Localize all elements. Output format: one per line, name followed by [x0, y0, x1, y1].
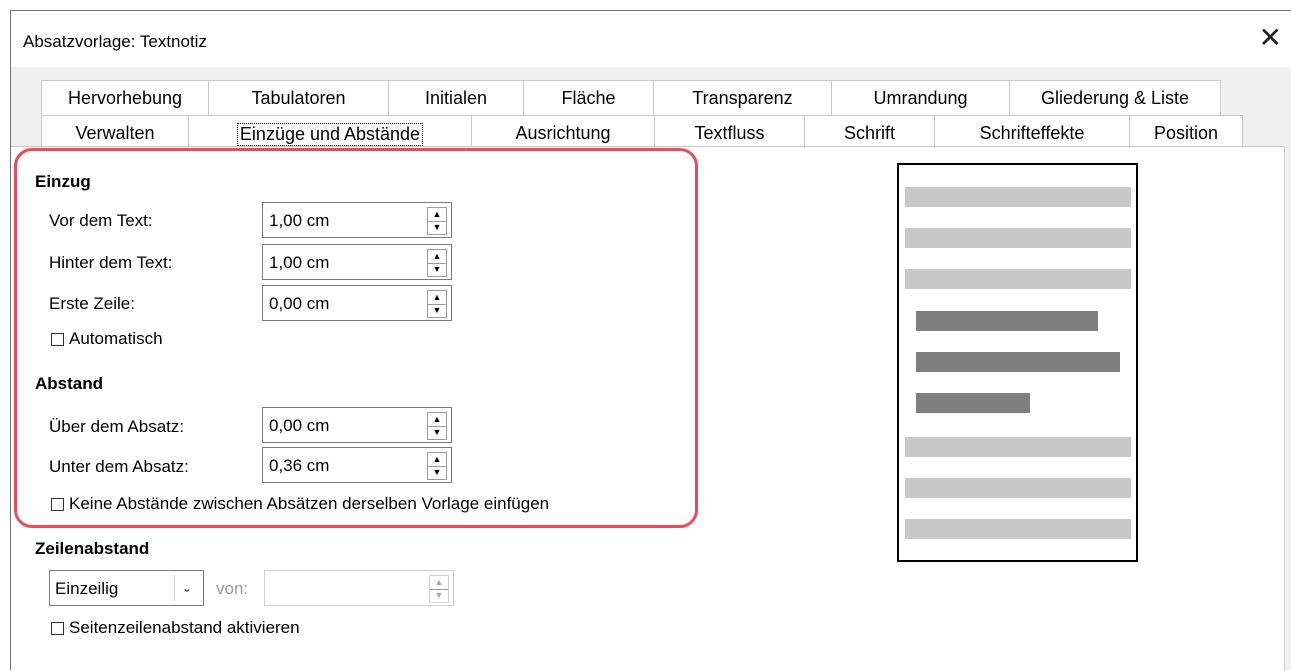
first-line-label: Erste Zeile: [49, 294, 135, 313]
line-spacing-select[interactable]: Einzeilig ⌄ [49, 570, 204, 606]
preview-line [905, 228, 1131, 248]
preview-line [905, 519, 1131, 539]
before-text-value: 1,00 cm [269, 211, 330, 230]
spacing-section-title: Abstand [35, 374, 103, 393]
page-line-spacing-checkbox[interactable]: Seitenzeilenabstand aktivieren [51, 618, 300, 638]
preview-line-current [916, 352, 1120, 372]
line-spacing-amount-spinbox[interactable]: ▲ ▼ [264, 570, 454, 606]
spin-down-icon[interactable]: ▼ [428, 222, 446, 235]
tab-einzuege-abstaende-label: Einzüge und Abstände [236, 123, 424, 146]
page-line-spacing-label: Seitenzeilenabstand aktivieren [69, 618, 300, 637]
automatic-label: Automatisch [69, 329, 163, 348]
below-paragraph-stepper[interactable]: ▲ ▼ [427, 452, 447, 480]
spin-up-icon[interactable]: ▲ [428, 413, 446, 427]
tab-umrandung[interactable]: Umrandung [831, 80, 1009, 116]
line-spacing-value: Einzeilig [55, 579, 119, 598]
indent-section-title: Einzug [35, 172, 91, 191]
checkbox-icon[interactable] [51, 497, 64, 511]
before-text-label: Vor dem Text: [49, 211, 153, 230]
no-space-label: Keine Abstände zwischen Absätzen derselb… [69, 494, 550, 513]
tab-initialen[interactable]: Initialen [388, 80, 523, 116]
first-line-value: 0,00 cm [269, 294, 330, 313]
line-spacing-amount-stepper[interactable]: ▲ ▼ [429, 575, 449, 603]
tab-gliederung-liste[interactable]: Gliederung & Liste [1009, 80, 1221, 116]
preview-line-current [916, 393, 1030, 413]
paragraph-preview [897, 163, 1138, 562]
title-bar: Absatzvorlage: Textnotiz ✕ [11, 11, 1291, 67]
first-line-spinbox[interactable]: 0,00 cm ▲ ▼ [262, 285, 452, 321]
tab-hervorhebung[interactable]: Hervorhebung [41, 80, 208, 116]
after-text-spinbox[interactable]: 1,00 cm ▲ ▼ [262, 244, 452, 280]
preview-line [905, 187, 1131, 207]
below-paragraph-value: 0,36 cm [269, 456, 330, 475]
after-text-stepper[interactable]: ▲ ▼ [427, 249, 447, 277]
spin-down-icon[interactable]: ▼ [428, 264, 446, 277]
spin-up-icon[interactable]: ▲ [428, 453, 446, 467]
automatic-checkbox[interactable]: Automatisch [51, 329, 163, 349]
tab-row-1: Hervorhebung Tabulatoren Initialen Fläch… [41, 80, 1221, 116]
above-paragraph-spinbox[interactable]: 0,00 cm ▲ ▼ [262, 407, 452, 443]
tab-tabulatoren[interactable]: Tabulatoren [208, 80, 388, 116]
preview-line [905, 478, 1131, 498]
checkbox-icon[interactable] [51, 332, 64, 346]
dialog-title: Absatzvorlage: Textnotiz [23, 32, 207, 51]
before-text-spinbox[interactable]: 1,00 cm ▲ ▼ [262, 202, 452, 238]
first-line-stepper[interactable]: ▲ ▼ [427, 290, 447, 318]
after-text-label: Hinter dem Text: [49, 253, 173, 272]
after-text-value: 1,00 cm [269, 253, 330, 272]
before-text-stepper[interactable]: ▲ ▼ [427, 207, 447, 235]
preview-line [905, 269, 1131, 289]
above-paragraph-stepper[interactable]: ▲ ▼ [427, 412, 447, 440]
above-paragraph-label: Über dem Absatz: [49, 417, 185, 436]
spin-up-icon[interactable]: ▲ [428, 250, 446, 264]
close-icon[interactable]: ✕ [1259, 24, 1282, 52]
spin-down-icon[interactable]: ▼ [428, 467, 446, 480]
tab-flaeche[interactable]: Fläche [523, 80, 653, 116]
of-label: von: [216, 579, 249, 598]
tab-transparenz[interactable]: Transparenz [653, 80, 831, 116]
line-spacing-section-title: Zeilenabstand [35, 539, 150, 558]
below-paragraph-label: Unter dem Absatz: [49, 457, 189, 476]
no-space-checkbox[interactable]: Keine Abstände zwischen Absätzen derselb… [51, 494, 549, 514]
spin-down-icon[interactable]: ▼ [430, 590, 448, 603]
below-paragraph-spinbox[interactable]: 0,36 cm ▲ ▼ [262, 447, 452, 483]
preview-line [905, 437, 1131, 457]
above-paragraph-value: 0,00 cm [269, 416, 330, 435]
chevron-down-icon[interactable]: ⌄ [174, 575, 199, 601]
checkbox-icon[interactable] [51, 621, 64, 635]
spin-up-icon[interactable]: ▲ [428, 291, 446, 305]
preview-line-current [916, 311, 1098, 331]
spin-down-icon[interactable]: ▼ [428, 427, 446, 440]
spin-up-icon[interactable]: ▲ [428, 208, 446, 222]
spin-down-icon[interactable]: ▼ [428, 305, 446, 318]
spin-up-icon[interactable]: ▲ [430, 576, 448, 590]
